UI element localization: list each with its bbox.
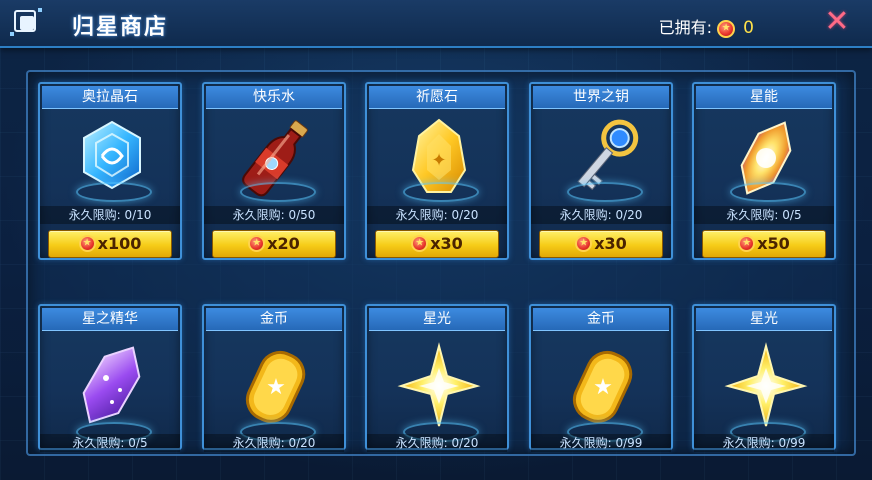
star-coin-icon [248, 235, 266, 252]
svg-text:✦: ✦ [431, 150, 446, 171]
shop-item-card[interactable]: 金币 ★ 永久限购: 0/20 [202, 304, 346, 452]
gold-coin-icon: ★ [531, 332, 671, 442]
svg-text:★: ★ [593, 375, 613, 400]
buy-button[interactable]: x30 [375, 230, 499, 258]
shop-item-card[interactable]: 奥拉晶石 永久限购: 0/10 x100 [38, 82, 182, 260]
starlight-icon [367, 332, 507, 442]
shop-title: 归星商店 [72, 15, 169, 40]
purchase-limit: 永久限购: 0/5 [40, 434, 180, 452]
shop-item-card[interactable]: 星光 永久限购: 0/99 [692, 304, 836, 452]
star-coin-icon [575, 235, 593, 252]
wish-stone-icon: ✦ [367, 110, 507, 206]
owned-currency: 已拥有: 0 [659, 14, 754, 38]
shop-item-card[interactable]: 星能 永久限购: 0/5 x50 [692, 82, 836, 260]
shop-item-card[interactable]: 金币 ★ 永久限购: 0/99 [529, 304, 673, 452]
item-name: 星光 [696, 308, 832, 331]
soda-bottle-icon [204, 110, 344, 206]
item-name: 金币 [206, 308, 342, 331]
purchase-limit: 永久限购: 0/50 [204, 206, 344, 224]
shop-logo-icon [10, 8, 42, 36]
shop-item-card[interactable]: 星之精华 永久限购: 0/5 [38, 304, 182, 452]
buy-button[interactable]: x20 [212, 230, 336, 258]
item-name: 星光 [369, 308, 505, 331]
item-name: 金币 [533, 308, 669, 331]
item-name: 星之精华 [42, 308, 178, 331]
purchase-limit: 永久限购: 0/20 [367, 206, 507, 224]
item-name: 世界之钥 [533, 86, 669, 109]
item-name: 祈愿石 [369, 86, 505, 109]
aura-crystal-icon [40, 110, 180, 206]
shop-item-card[interactable]: 世界之钥 永久限购: 0/20 x30 [529, 82, 673, 260]
item-name: 星能 [696, 86, 832, 109]
buy-button[interactable]: x30 [539, 230, 663, 258]
star-energy-crystal-icon [694, 110, 834, 206]
shop-header: 归星商店 已拥有: 0 ✕ [0, 0, 872, 48]
owned-value: 0 [743, 18, 754, 38]
purchase-limit: 永久限购: 0/10 [40, 206, 180, 224]
price-value: x20 [267, 234, 300, 253]
close-button[interactable]: ✕ [824, 7, 850, 37]
svg-text:★: ★ [266, 375, 286, 400]
owned-label: 已拥有: [658, 18, 712, 37]
item-name: 奥拉晶石 [42, 86, 178, 109]
gold-coin-icon: ★ [204, 332, 344, 442]
purchase-limit: 永久限购: 0/5 [694, 206, 834, 224]
world-key-icon [531, 110, 671, 206]
starlight-icon [694, 332, 834, 442]
star-coin-icon [411, 235, 429, 252]
star-coin-icon [738, 235, 756, 252]
shop-item-card[interactable]: 星光 永久限购: 0/20 [365, 304, 509, 452]
price-value: x100 [97, 234, 142, 253]
buy-button[interactable]: x50 [702, 230, 826, 258]
price-value: x50 [757, 234, 790, 253]
shop-item-card[interactable]: 快乐水 永久限购: 0/50 x20 [202, 82, 346, 260]
purchase-limit: 永久限购: 0/99 [531, 434, 671, 452]
buy-button[interactable]: x100 [48, 230, 172, 258]
star-coin-icon [78, 235, 96, 252]
purchase-limit: 永久限购: 0/20 [204, 434, 344, 452]
star-essence-crystal-icon [40, 332, 180, 442]
item-name: 快乐水 [206, 86, 342, 109]
shop-item-card[interactable]: 祈愿石 ✦ 永久限购: 0/20 x30 [365, 82, 509, 260]
price-value: x30 [430, 234, 463, 253]
purchase-limit: 永久限购: 0/20 [531, 206, 671, 224]
purchase-limit: 永久限购: 0/20 [367, 434, 507, 452]
purchase-limit: 永久限购: 0/99 [694, 434, 834, 452]
price-value: x30 [594, 234, 627, 253]
star-coin-icon [717, 19, 736, 38]
